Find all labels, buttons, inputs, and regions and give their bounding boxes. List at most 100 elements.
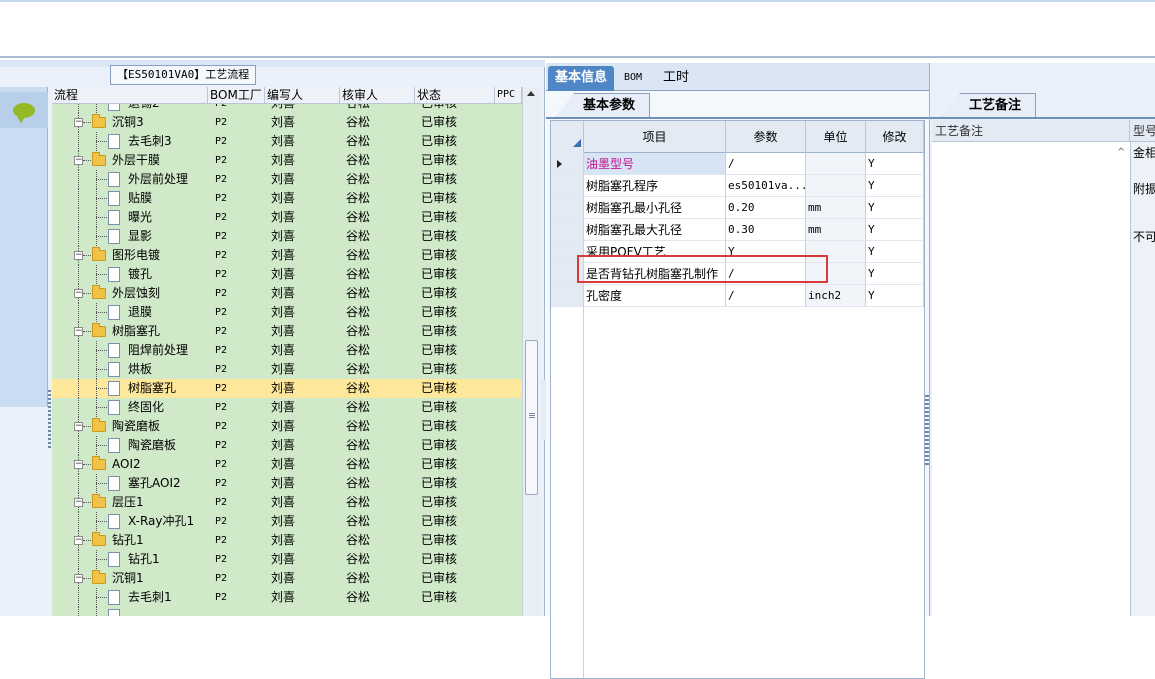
tree-node[interactable]: 显影 bbox=[52, 227, 208, 246]
tree-node[interactable]: 树脂塞孔 bbox=[52, 379, 208, 398]
tree-node[interactable]: 阻焊前处理 bbox=[52, 341, 208, 360]
tree-row[interactable]: 烘板 P2 刘喜 谷松 已审核 bbox=[52, 360, 522, 379]
tree-node[interactable]: 退锡2 bbox=[52, 104, 208, 113]
tree-row[interactable]: − AOI2 P2 刘喜 谷松 已审核 bbox=[52, 455, 522, 474]
cell-param[interactable]: / bbox=[726, 153, 806, 175]
collapse-toggle-icon[interactable]: − bbox=[74, 289, 83, 298]
tab-worktime[interactable]: 工时 bbox=[656, 66, 696, 91]
tree-node[interactable]: − 树脂塞孔 bbox=[52, 322, 208, 341]
cell-item[interactable]: 油墨型号 bbox=[584, 153, 726, 175]
tree-row[interactable]: 退锡2 P2刘喜谷松已审核 bbox=[52, 104, 522, 113]
tree-node[interactable]: 烘板 bbox=[52, 360, 208, 379]
tree-node[interactable]: − 层压1 bbox=[52, 493, 208, 512]
tree-row[interactable]: 贴膜 P2 刘喜 谷松 已审核 bbox=[52, 189, 522, 208]
cell-unit[interactable] bbox=[806, 153, 866, 175]
tree-row[interactable]: 阻焊前处理 P2 刘喜 谷松 已审核 bbox=[52, 341, 522, 360]
col-header-reviewer[interactable]: 核审人 bbox=[340, 87, 415, 103]
scroll-thumb[interactable] bbox=[525, 340, 538, 495]
cell-item[interactable]: 树脂塞孔最大孔径 bbox=[584, 219, 726, 241]
tree-node[interactable]: − 外层干膜 bbox=[52, 151, 208, 170]
tree-node[interactable]: X-Ray冲孔1 bbox=[52, 512, 208, 531]
tree-node[interactable] bbox=[52, 607, 208, 616]
tree-row[interactable]: − 钻孔1 P2 刘喜 谷松 已审核 bbox=[52, 531, 522, 550]
tree-row[interactable]: − 树脂塞孔 P2 刘喜 谷松 已审核 bbox=[52, 322, 522, 341]
tree-row[interactable]: 显影 P2 刘喜 谷松 已审核 bbox=[52, 227, 522, 246]
col-header-notes[interactable]: 工艺备注 bbox=[932, 120, 1130, 142]
collapse-toggle-icon[interactable]: − bbox=[74, 460, 83, 469]
cell-unit[interactable] bbox=[806, 175, 866, 197]
col-header-item[interactable]: 项目 bbox=[584, 121, 726, 153]
cell-unit[interactable]: inch2 bbox=[806, 285, 866, 307]
cell-unit[interactable]: mm bbox=[806, 219, 866, 241]
col-header-bom[interactable]: BOM工厂 bbox=[208, 87, 265, 103]
cell-param[interactable]: es50101va... bbox=[726, 175, 806, 197]
cell-item[interactable]: 树脂塞孔程序 bbox=[584, 175, 726, 197]
tree-row[interactable]: 退膜 P2 刘喜 谷松 已审核 bbox=[52, 303, 522, 322]
tree-node[interactable]: − 陶瓷磨板 bbox=[52, 417, 208, 436]
tree-row[interactable]: − 图形电镀 P2 刘喜 谷松 已审核 bbox=[52, 246, 522, 265]
subtab-basic-params[interactable]: 基本参数 bbox=[556, 93, 651, 117]
tree-row[interactable]: − 沉铜3 P2 刘喜 谷松 已审核 bbox=[52, 113, 522, 132]
tree-node[interactable]: − 图形电镀 bbox=[52, 246, 208, 265]
tree-node[interactable]: 外层前处理 bbox=[52, 170, 208, 189]
tree-row[interactable]: 外层前处理 P2 刘喜 谷松 已审核 bbox=[52, 170, 522, 189]
tree-row-selected[interactable]: 树脂塞孔 P2 刘喜 谷松 已审核 bbox=[52, 379, 522, 398]
tree-row[interactable]: − 外层干膜 P2 刘喜 谷松 已审核 bbox=[52, 151, 522, 170]
tree-row[interactable]: 陶瓷磨板 P2 刘喜 谷松 已审核 bbox=[52, 436, 522, 455]
col-header-status[interactable]: 状态 bbox=[415, 87, 495, 103]
tree-row[interactable]: − 陶瓷磨板 P2 刘喜 谷松 已审核 bbox=[52, 417, 522, 436]
tree-node[interactable]: 镀孔 bbox=[52, 265, 208, 284]
cell-modify[interactable]: Y bbox=[866, 175, 924, 197]
tree-row[interactable]: 曝光 P2 刘喜 谷松 已审核 bbox=[52, 208, 522, 227]
tree-node[interactable]: 钻孔1 bbox=[52, 550, 208, 569]
col-header-model[interactable]: 型号 bbox=[1130, 120, 1155, 142]
tab-process-notes[interactable]: 工艺备注 bbox=[942, 93, 1037, 117]
tree-row[interactable]: 镀孔 P2 刘喜 谷松 已审核 bbox=[52, 265, 522, 284]
col-header-writer[interactable]: 编写人 bbox=[265, 87, 340, 103]
col-header-flow[interactable]: 流程 bbox=[52, 87, 208, 103]
tree-node[interactable]: 去毛刺3 bbox=[52, 132, 208, 151]
tree-node[interactable]: 终固化 bbox=[52, 398, 208, 417]
tree-row[interactable]: 终固化 P2 刘喜 谷松 已审核 bbox=[52, 398, 522, 417]
tree-row[interactable]: 塞孔AOI2 P2 刘喜 谷松 已审核 bbox=[52, 474, 522, 493]
collapse-toggle-icon[interactable]: − bbox=[74, 327, 83, 336]
col-header-param[interactable]: 参数 bbox=[726, 121, 806, 153]
col-header-modify[interactable]: 修改 bbox=[866, 121, 924, 153]
cell-modify[interactable]: Y bbox=[866, 241, 924, 263]
chat-button[interactable] bbox=[0, 92, 48, 128]
cell-item[interactable]: 树脂塞孔最小孔径 bbox=[584, 197, 726, 219]
cell-unit[interactable]: mm bbox=[806, 197, 866, 219]
cell-item[interactable]: 孔密度 bbox=[584, 285, 726, 307]
tree-row[interactable]: 去毛刺1 P2 刘喜 谷松 已审核 bbox=[52, 588, 522, 607]
cell-modify[interactable]: Y bbox=[866, 219, 924, 241]
tree-node[interactable]: 陶瓷磨板 bbox=[52, 436, 208, 455]
tree-node[interactable]: − 沉铜1 bbox=[52, 569, 208, 588]
cell-modify[interactable]: Y bbox=[866, 197, 924, 219]
collapse-toggle-icon[interactable]: − bbox=[74, 498, 83, 507]
tree-scrollbar[interactable] bbox=[522, 87, 539, 616]
scroll-up-arrow-icon[interactable] bbox=[527, 91, 535, 96]
tree-node[interactable]: − 沉铜3 bbox=[52, 113, 208, 132]
tab-bom[interactable]: BOM bbox=[617, 66, 649, 91]
cell-param[interactable]: 0.30 bbox=[726, 219, 806, 241]
tree-node[interactable]: − 外层蚀刻 bbox=[52, 284, 208, 303]
tree-node[interactable]: 曝光 bbox=[52, 208, 208, 227]
cell-modify[interactable]: Y bbox=[866, 285, 924, 307]
cell-param[interactable]: 0.20 bbox=[726, 197, 806, 219]
cell-param[interactable]: / bbox=[726, 285, 806, 307]
tree-row[interactable]: − 外层蚀刻 P2 刘喜 谷松 已审核 bbox=[52, 284, 522, 303]
tree-node[interactable]: − 钻孔1 bbox=[52, 531, 208, 550]
collapse-toggle-icon[interactable]: − bbox=[74, 251, 83, 260]
tree-node[interactable]: 塞孔AOI2 bbox=[52, 474, 208, 493]
cell-modify[interactable]: Y bbox=[866, 263, 924, 285]
col-header-unit[interactable]: 单位 bbox=[806, 121, 866, 153]
collapse-toggle-icon[interactable]: − bbox=[74, 156, 83, 165]
tree-row[interactable]: 去毛刺3 P2 刘喜 谷松 已审核 bbox=[52, 132, 522, 151]
tree-row[interactable]: X-Ray冲孔1 P2 刘喜 谷松 已审核 bbox=[52, 512, 522, 531]
tree-row[interactable] bbox=[52, 607, 522, 616]
tree-row[interactable]: 钻孔1 P2 刘喜 谷松 已审核 bbox=[52, 550, 522, 569]
collapse-toggle-icon[interactable]: − bbox=[74, 574, 83, 583]
splitter-grip[interactable] bbox=[48, 390, 51, 450]
tree-node[interactable]: 退膜 bbox=[52, 303, 208, 322]
tab-basic-info[interactable]: 基本信息 bbox=[548, 66, 615, 91]
